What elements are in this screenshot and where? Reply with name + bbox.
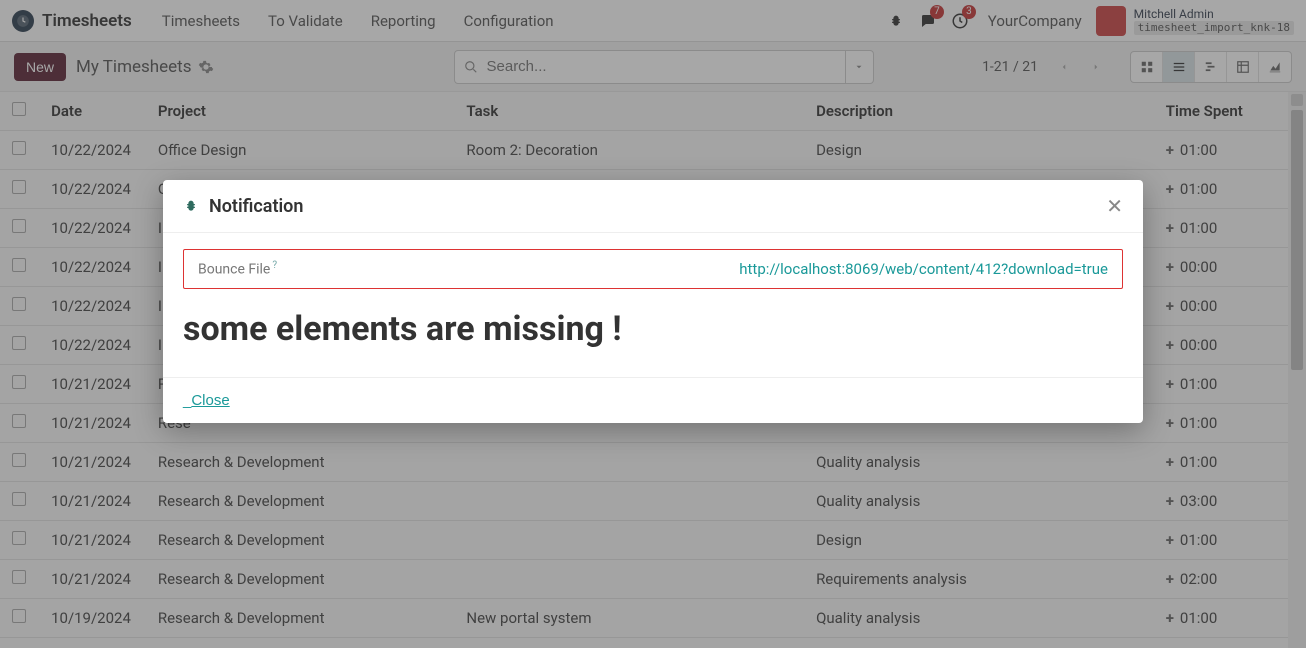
bounce-file-link[interactable]: http://localhost:8069/web/content/412?do…: [739, 260, 1108, 278]
close-button[interactable]: _Close: [183, 392, 230, 409]
modal-message: some elements are missing !: [183, 309, 1123, 349]
bounce-file-label: Bounce File?: [198, 260, 277, 278]
notification-modal: Notification ✕ Bounce File? http://local…: [163, 180, 1143, 423]
bug-icon: [183, 198, 199, 214]
close-icon[interactable]: ✕: [1106, 194, 1123, 218]
modal-overlay: Notification ✕ Bounce File? http://local…: [0, 0, 1306, 648]
help-icon[interactable]: ?: [272, 260, 277, 271]
modal-title: Notification: [209, 196, 1106, 217]
bounce-file-field: Bounce File? http://localhost:8069/web/c…: [183, 249, 1123, 289]
